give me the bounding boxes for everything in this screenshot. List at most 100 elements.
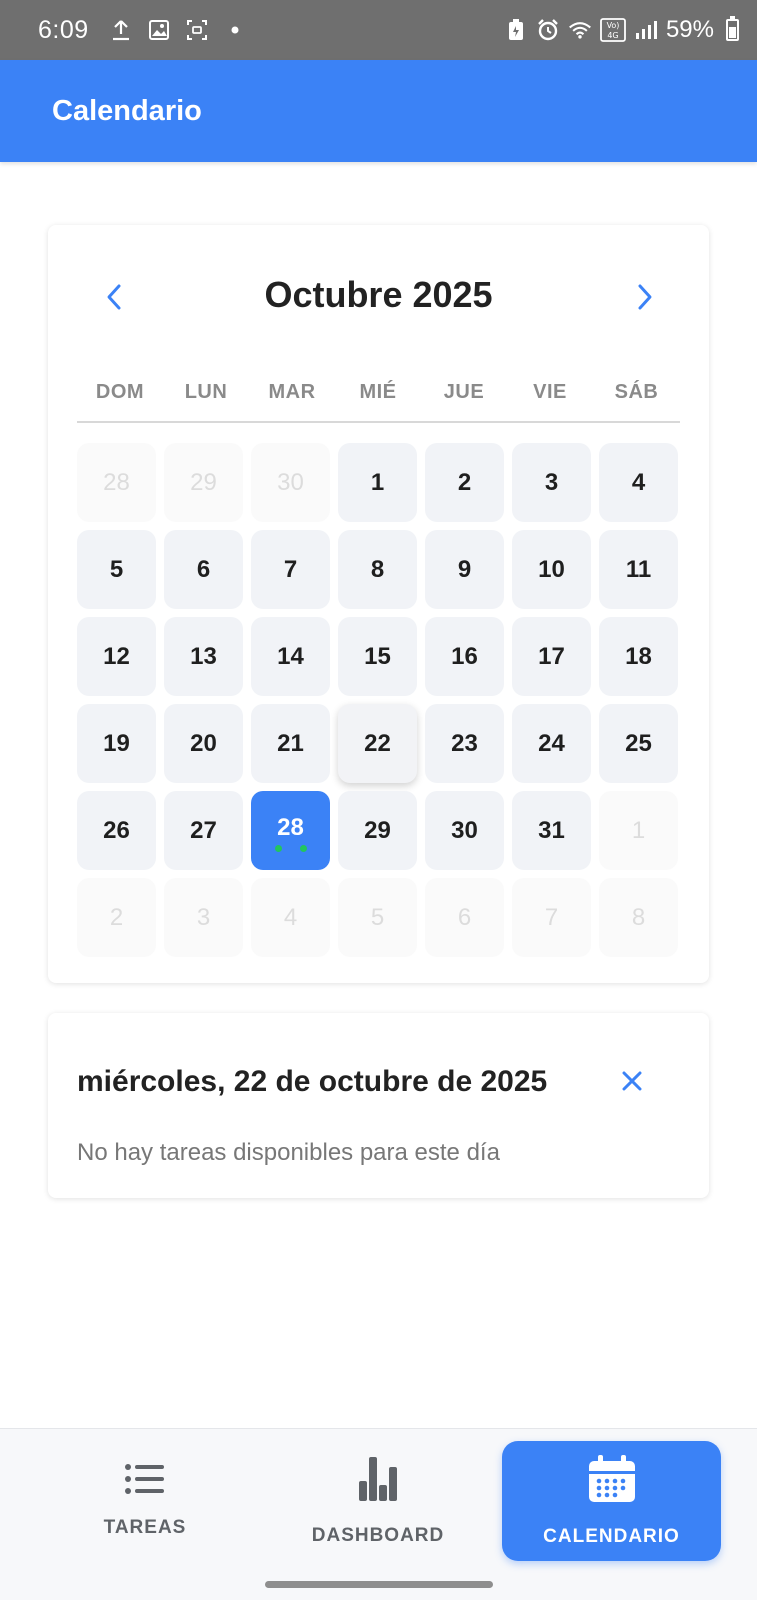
app-title: Calendario (52, 94, 202, 127)
day-number: 28 (277, 813, 304, 841)
battery-percent: 59% (665, 16, 714, 43)
day-number: 28 (103, 468, 130, 496)
notification-dot-icon (223, 18, 247, 42)
day-cell[interactable]: 22 (338, 704, 417, 783)
day-number: 24 (538, 729, 565, 757)
day-cell[interactable]: 24 (512, 704, 591, 783)
nav-dashboard[interactable]: DASHBOARD (293, 1441, 463, 1561)
empty-tasks-message: No hay tareas disponibles para este día (77, 1139, 500, 1166)
day-number: 5 (109, 555, 124, 583)
event-dot (299, 845, 307, 852)
day-cell[interactable]: 7 (251, 530, 330, 609)
day-number: 22 (364, 729, 391, 757)
day-number: 30 (277, 468, 304, 496)
day-cell-outside-month: 1 (599, 791, 678, 870)
day-cell[interactable]: 1 (338, 443, 417, 522)
day-number: 6 (196, 555, 211, 583)
day-number: 1 (631, 816, 646, 844)
day-cell[interactable]: 19 (77, 704, 156, 783)
day-cell[interactable]: 26 (77, 791, 156, 870)
day-cell[interactable]: 25 (599, 704, 678, 783)
battery-icon (726, 16, 739, 41)
day-number: 16 (451, 642, 478, 670)
weekday-header: DOM LUN MAR MIÉ JUE VIE SÁB (77, 371, 680, 423)
day-number: 7 (283, 555, 298, 583)
app-bar: Calendario (0, 60, 757, 162)
day-cell[interactable]: 20 (164, 704, 243, 783)
chevron-left-icon (107, 284, 121, 310)
bottom-navigation: TAREAS DASHBOARD CALENDARIO (0, 1428, 757, 1600)
day-cell-selected[interactable]: 28 (251, 791, 330, 870)
nav-tareas-label: TAREAS (103, 1517, 187, 1538)
day-number: 23 (451, 729, 478, 757)
day-number: 30 (451, 816, 478, 844)
weekday-label: MIÉ (359, 381, 397, 403)
day-cell[interactable]: 12 (77, 617, 156, 696)
day-number: 31 (538, 816, 565, 844)
day-cell[interactable]: 13 (164, 617, 243, 696)
day-cell[interactable]: 10 (512, 530, 591, 609)
event-indicators (274, 845, 307, 852)
day-number: 12 (103, 642, 130, 670)
day-number: 2 (457, 468, 472, 496)
calendar-card: Octubre 2025 DOM LUN MAR MIÉ JUE VIE SÁB… (48, 225, 709, 983)
day-number: 2 (109, 903, 124, 931)
day-cell[interactable]: 3 (512, 443, 591, 522)
day-cell[interactable]: 5 (77, 530, 156, 609)
calendar-grid: 28 29 30 1 2 3 4 5 6 7 8 9 10 11 12 13 14 15 16 17 18 19 20 21 2… (77, 443, 680, 957)
day-number: 5 (370, 903, 385, 931)
weekday-label: JUE (443, 381, 485, 403)
day-cell[interactable]: 16 (425, 617, 504, 696)
day-cell-outside-month: 4 (251, 878, 330, 957)
day-number: 9 (457, 555, 472, 583)
day-cell-outside-month: 5 (338, 878, 417, 957)
day-number: 14 (277, 642, 304, 670)
day-number: 7 (544, 903, 559, 931)
day-cell[interactable]: 27 (164, 791, 243, 870)
day-number: 29 (190, 468, 217, 496)
day-cell[interactable]: 8 (338, 530, 417, 609)
day-number: 18 (625, 642, 652, 670)
day-number: 10 (538, 555, 565, 583)
day-cell[interactable]: 31 (512, 791, 591, 870)
day-number: 6 (457, 903, 472, 931)
previous-month-button[interactable] (94, 277, 134, 317)
day-cell[interactable]: 9 (425, 530, 504, 609)
status-bar: 6:09 Vo) 4G 59% (0, 0, 757, 60)
weekday-label: SÁB (614, 381, 659, 403)
day-details-card: miércoles, 22 de octubre de 2025 No hay … (48, 1013, 709, 1198)
calendar-header: Octubre 2025 (48, 265, 709, 325)
day-cell[interactable]: 2 (425, 443, 504, 522)
month-title: Octubre 2025 (264, 274, 493, 315)
day-cell[interactable]: 6 (164, 530, 243, 609)
close-details-button[interactable] (617, 1066, 647, 1096)
day-number: 3 (544, 468, 559, 496)
day-cell-outside-month: 8 (599, 878, 678, 957)
day-number: 4 (631, 468, 646, 496)
day-cell[interactable]: 30 (425, 791, 504, 870)
day-cell[interactable]: 15 (338, 617, 417, 696)
gallery-icon (147, 18, 171, 42)
nav-calendario-label: CALENDARIO (543, 1526, 680, 1547)
day-number: 17 (538, 642, 565, 670)
day-cell[interactable]: 29 (338, 791, 417, 870)
day-cell[interactable]: 18 (599, 617, 678, 696)
day-number: 29 (364, 816, 391, 844)
day-cell-outside-month: 30 (251, 443, 330, 522)
nav-calendario[interactable]: CALENDARIO (502, 1441, 721, 1561)
nav-tareas[interactable]: TAREAS (60, 1441, 230, 1561)
wifi-icon (568, 18, 592, 42)
day-number: 4 (283, 903, 298, 931)
day-cell[interactable]: 14 (251, 617, 330, 696)
day-cell[interactable]: 23 (425, 704, 504, 783)
day-cell[interactable]: 17 (512, 617, 591, 696)
upload-icon (109, 18, 133, 42)
selected-date-title: miércoles, 22 de octubre de 2025 (77, 1065, 548, 1098)
day-cell[interactable]: 11 (599, 530, 678, 609)
day-number: 20 (190, 729, 217, 757)
day-cell[interactable]: 21 (251, 704, 330, 783)
day-cell-outside-month: 7 (512, 878, 591, 957)
day-cell[interactable]: 4 (599, 443, 678, 522)
day-number: 19 (103, 729, 130, 757)
next-month-button[interactable] (625, 277, 665, 317)
